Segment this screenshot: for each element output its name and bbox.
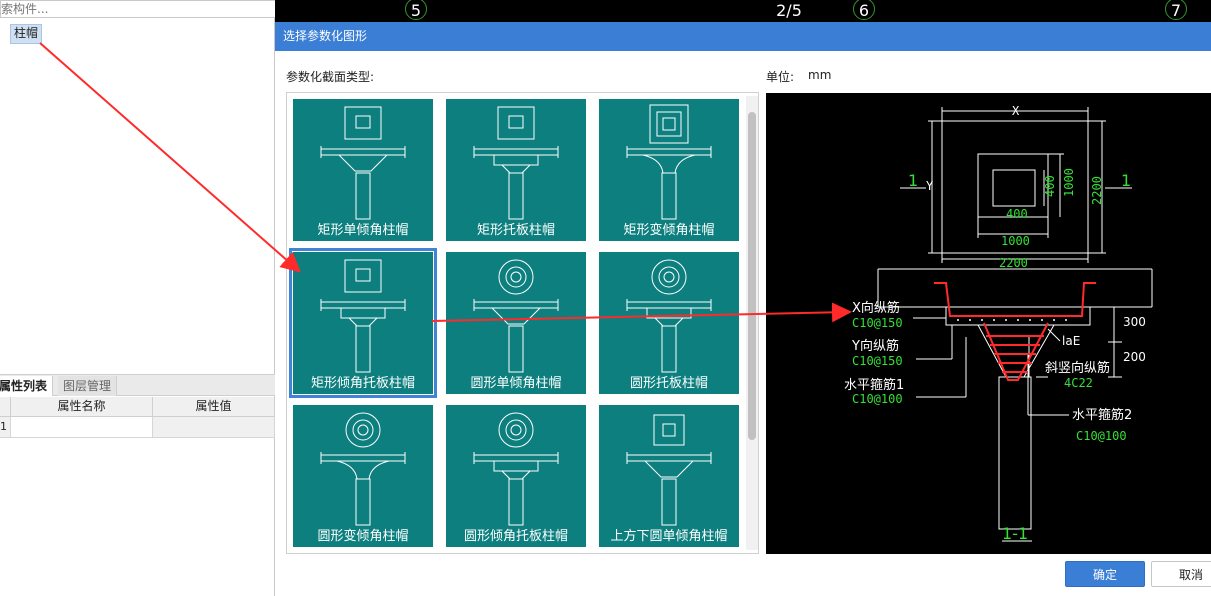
shape-tile-square-round[interactable]: 上方下圆单倾角柱帽 <box>599 405 739 547</box>
rebar-spec: C10@100 <box>852 392 903 406</box>
dialog-title[interactable]: 选择参数化图形 <box>275 22 1211 51</box>
ok-button[interactable]: 确定 <box>1065 561 1145 587</box>
shape-tile-rect-var[interactable]: 矩形变倾角柱帽 <box>599 99 739 241</box>
shape-tile-label: 矩形单倾角柱帽 <box>317 223 409 238</box>
col-property-value[interactable]: 属性值 <box>153 397 275 416</box>
unit-label: 单位: <box>766 70 795 84</box>
rebar-spec: 4C22 <box>1064 376 1093 390</box>
col-property-name[interactable]: 属性名称 <box>11 397 153 416</box>
tab-property-list[interactable]: 属性列表 <box>0 376 54 396</box>
section-type-label: 参数化截面类型: <box>286 70 375 84</box>
dim-label: 2200 <box>999 256 1028 270</box>
shape-tile-label: 圆形变倾角柱帽 <box>317 529 409 544</box>
axis-label: 2/5 <box>776 1 802 20</box>
dim-label: 2200 <box>1090 176 1104 205</box>
axis-label: 7 <box>1170 1 1182 20</box>
shape-tile-round-slope-plate[interactable]: 圆形倾角托板柱帽 <box>446 405 586 547</box>
shape-tile-rect-single[interactable]: 矩形单倾角柱帽 <box>293 99 433 241</box>
property-name-cell[interactable] <box>11 417 153 437</box>
scroll-thumb[interactable] <box>748 112 756 440</box>
shape-tile-label: 圆形单倾角柱帽 <box>470 376 562 391</box>
unit-value: mm <box>808 68 832 82</box>
panel-tab-strip: 属性列表 图层管理 <box>0 374 275 396</box>
section-mark: 1 <box>1121 171 1131 190</box>
rebar-label: Y向纵筋 <box>851 338 899 354</box>
preview-drawing: X Y 400 400 1000 1000 2200 2200 C10@150 … <box>844 104 1153 543</box>
section-title: 1-1 <box>1002 524 1028 543</box>
dim-label: 1000 <box>1062 168 1076 197</box>
tree-item-column-cap[interactable]: 柱帽 <box>10 24 43 44</box>
gallery-scrollbar[interactable] <box>746 96 758 550</box>
rebar-label: 水平箍筋1 <box>844 377 904 393</box>
shape-tile-rect-slope-plate[interactable]: 矩形倾角托板柱帽 <box>289 248 437 398</box>
parametric-shape-dialog: 选择参数化图形 参数化截面类型: 单位: mm 矩形单倾角柱帽 矩形托板柱帽 矩形变… <box>275 22 1211 596</box>
lae-label: laE <box>1062 334 1080 348</box>
dim-label: 300 <box>1123 315 1146 329</box>
shape-tile-round-single[interactable]: 圆形单倾角柱帽 <box>446 252 586 394</box>
component-panel: 柱帽 属性列表 图层管理 属性名称 属性值 1 <box>0 0 328 596</box>
rebar-spec: C10@150 <box>852 354 903 368</box>
shape-tile-label: 矩形变倾角柱帽 <box>623 223 715 238</box>
search-input[interactable] <box>0 1 289 17</box>
shape-tile-round-plate[interactable]: 圆形托板柱帽 <box>599 252 739 394</box>
shape-tile-label: 矩形托板柱帽 <box>476 223 555 238</box>
shape-tile-label: 圆形托板柱帽 <box>629 376 708 391</box>
shape-tile-label: 矩形倾角托板柱帽 <box>310 376 415 391</box>
shape-gallery: 矩形单倾角柱帽 矩形托板柱帽 矩形变倾角柱帽矩形倾角托板柱帽 圆形单倾角柱帽 圆形托板柱… <box>286 92 759 554</box>
shape-tile-label: 上方下圆单倾角柱帽 <box>610 529 728 544</box>
shape-tile-label: 圆形倾角托板柱帽 <box>463 529 568 544</box>
rebar-label: 水平箍筋2 <box>1072 407 1132 423</box>
property-grid-header: 属性名称 属性值 <box>0 397 275 417</box>
property-value-cell[interactable] <box>153 417 275 437</box>
table-row[interactable]: 1 <box>0 417 275 438</box>
dim-label: 1000 <box>1001 234 1030 248</box>
tab-layer-management[interactable]: 图层管理 <box>58 376 118 396</box>
section-mark: 1 <box>908 171 918 190</box>
dim-label: 400 <box>1006 207 1028 221</box>
rebar-spec: C10@100 <box>1076 429 1127 443</box>
dim-label: 200 <box>1123 350 1146 364</box>
dim-label: 400 <box>1043 175 1057 197</box>
shape-tile-round-var[interactable]: 圆形变倾角柱帽 <box>293 405 433 547</box>
rebar-label: 斜竖向纵筋 <box>1045 360 1110 376</box>
axis-label: 6 <box>858 1 870 20</box>
shape-tile-rect-plate[interactable]: 矩形托板柱帽 <box>446 99 586 241</box>
grid-corner <box>0 397 11 416</box>
rebar-label: X向纵筋 <box>852 300 900 316</box>
rebar-spec: C10@150 <box>852 316 903 330</box>
shape-preview: X Y 400 400 1000 1000 2200 2200 C10@150 … <box>766 93 1211 554</box>
row-number: 1 <box>0 417 11 437</box>
cad-canvas-strip: 5 2/5 6 7 <box>275 0 1211 22</box>
dim-label: X <box>1012 104 1020 118</box>
axis-label: 5 <box>410 1 422 20</box>
cancel-button[interactable]: 取消 <box>1151 561 1211 587</box>
dim-label: Y <box>926 179 934 193</box>
